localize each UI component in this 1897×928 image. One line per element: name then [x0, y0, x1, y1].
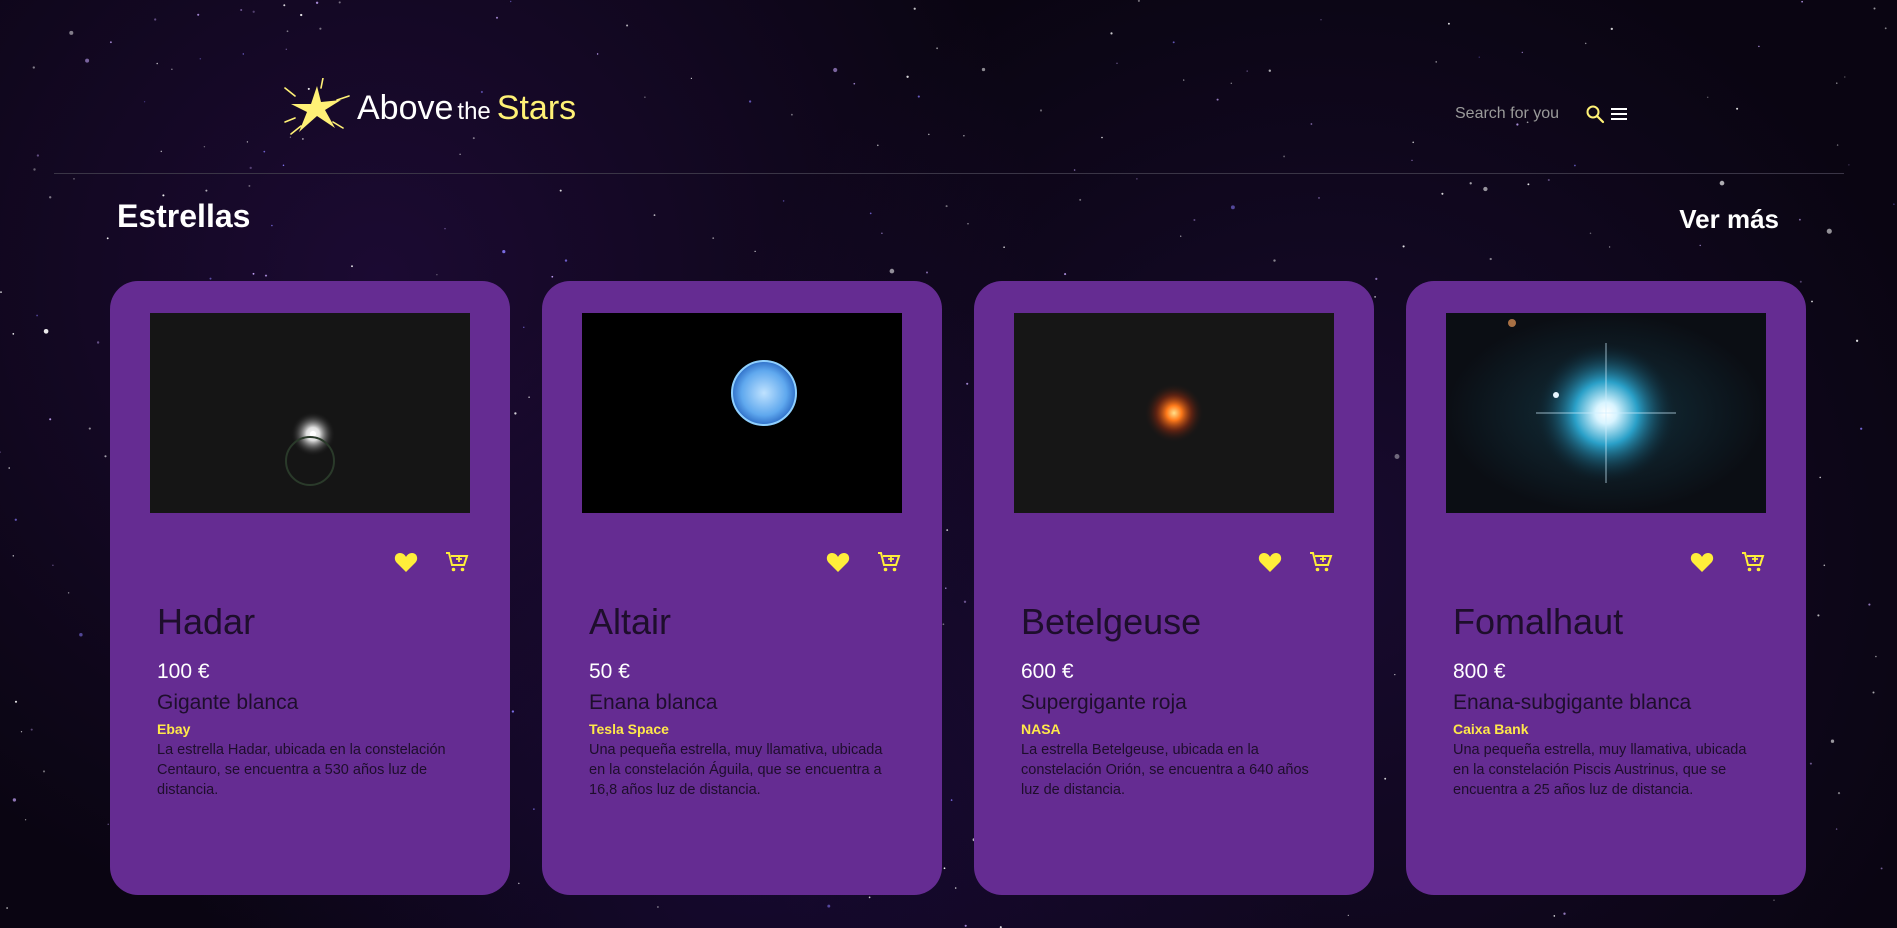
star-type: Supergigante roja	[1021, 691, 1187, 714]
star-seller: Caixa Bank	[1453, 721, 1529, 737]
search-input[interactable]	[1455, 105, 1573, 123]
star-price: 600 €	[1021, 660, 1074, 683]
star-name: Hadar	[157, 601, 256, 642]
heart-icon[interactable]	[1258, 551, 1282, 578]
hadar-image	[150, 313, 470, 513]
logo-word-the: the	[457, 97, 491, 125]
star-price: 100 €	[157, 660, 210, 683]
search-icon[interactable]	[1585, 104, 1605, 124]
star-description: Una pequeña estrella, muy llamativa, ubi…	[1453, 742, 1747, 798]
see-more-link[interactable]: Ver más	[1679, 204, 1779, 235]
star-description: La estrella Hadar, ubicada en la constel…	[157, 742, 446, 798]
product-card[interactable]: Altair 50 € Enana blanca Tesla Space Una…	[542, 281, 942, 895]
add-to-cart-icon[interactable]	[445, 551, 469, 578]
menu-icon[interactable]	[1609, 104, 1629, 124]
star-type: Enana blanca	[589, 691, 718, 714]
star-seller: NASA	[1021, 721, 1061, 737]
star-name: Betelgeuse	[1021, 601, 1202, 642]
star-price: 50 €	[589, 660, 630, 683]
heart-icon[interactable]	[394, 551, 418, 578]
star-image	[150, 313, 470, 513]
logo-text: Above the Stars	[357, 89, 576, 128]
logo-word-stars: Stars	[496, 88, 577, 127]
add-to-cart-icon[interactable]	[877, 551, 901, 578]
star-name: Altair	[589, 601, 672, 642]
star-image	[1014, 313, 1334, 513]
star-type: Enana-subgigante blanca	[1453, 691, 1692, 714]
altair-image	[582, 313, 902, 513]
product-card[interactable]: Hadar 100 € Gigante blanca Ebay La estre…	[110, 281, 510, 895]
star-image	[582, 313, 902, 513]
logo-word-above: Above	[357, 88, 454, 127]
search-bar	[1455, 104, 1629, 124]
star-image	[1446, 313, 1766, 513]
site-header: Above the Stars	[0, 0, 1897, 174]
star-seller: Tesla Space	[589, 721, 669, 737]
star-type: Gigante blanca	[157, 691, 299, 714]
star-description: Una pequeña estrella, muy llamativa, ubi…	[589, 742, 883, 798]
star-logo-icon	[284, 78, 350, 135]
section-title: Estrellas	[117, 198, 251, 234]
heart-icon[interactable]	[826, 551, 850, 578]
add-to-cart-icon[interactable]	[1741, 551, 1765, 578]
logo[interactable]: Above the Stars	[283, 78, 576, 138]
product-card[interactable]: Betelgeuse 600 € Supergigante roja NASA …	[974, 281, 1374, 895]
star-name: Fomalhaut	[1453, 601, 1624, 642]
add-to-cart-icon[interactable]	[1309, 551, 1333, 578]
product-card[interactable]: Fomalhaut 800 € Enana-subgigante blanca …	[1406, 281, 1806, 895]
fomalhaut-image	[1446, 313, 1766, 513]
star-seller: Ebay	[157, 721, 191, 737]
betelgeuse-image	[1014, 313, 1334, 513]
star-price: 800 €	[1453, 660, 1506, 683]
heart-icon[interactable]	[1690, 551, 1714, 578]
star-description: La estrella Betelgeuse, ubicada en la co…	[1021, 742, 1309, 798]
header-divider	[54, 173, 1844, 174]
